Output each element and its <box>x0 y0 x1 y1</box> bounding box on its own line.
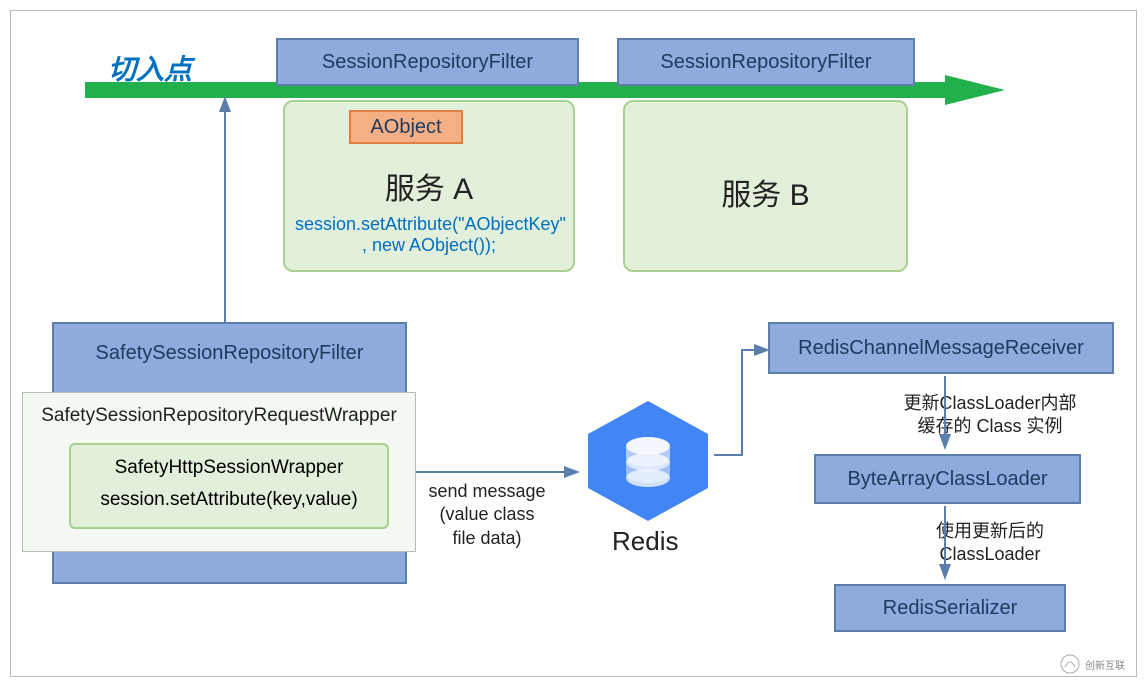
note1-l2: 缓存的 Class 实例 <box>870 415 1110 438</box>
filter-box-a: SessionRepositoryFilter <box>276 38 579 86</box>
loader-box: ByteArrayClassLoader <box>814 454 1081 504</box>
connector-receiver-loader <box>935 374 955 452</box>
note1-l1: 更新ClassLoader内部 <box>870 392 1110 415</box>
service-a-code: session.setAttribute("AObjectKey" , new … <box>285 214 573 256</box>
aobject-box: AObject <box>349 110 463 144</box>
send-msg-l3: file data) <box>412 527 562 550</box>
send-msg-l2: (value class <box>412 503 562 526</box>
watermark-icon <box>1059 653 1081 675</box>
note2-l1: 使用更新后的 <box>880 520 1100 543</box>
connector-redis-receiver <box>712 340 772 460</box>
service-a-box: AObject 服务 A session.setAttribute("AObje… <box>283 100 575 272</box>
request-wrapper-label: SafetySessionRepositoryRequestWrapper <box>23 405 415 427</box>
http-wrapper-line1: SafetyHttpSessionWrapper <box>71 457 387 479</box>
redis-icon <box>578 396 718 526</box>
request-wrapper-box: SafetySessionRepositoryRequestWrapper Sa… <box>22 392 416 552</box>
watermark: 创新互联 <box>1059 653 1125 675</box>
connector-up <box>215 96 235 324</box>
connector-loader-serializer <box>935 504 955 582</box>
safety-filter-label: SafetySessionRepositoryFilter <box>96 342 364 365</box>
note2-l2: ClassLoader <box>880 543 1100 566</box>
filter-box-b: SessionRepositoryFilter <box>617 38 915 86</box>
http-wrapper-line2: session.setAttribute(key,value) <box>71 489 387 511</box>
service-b-title: 服务 B <box>625 170 906 214</box>
serializer-box: RedisSerializer <box>834 584 1066 632</box>
watermark-text: 创新互联 <box>1085 657 1125 672</box>
note-use-loader: 使用更新后的 ClassLoader <box>880 520 1100 567</box>
service-b-box: 服务 B <box>623 100 908 272</box>
note-classloader-update: 更新ClassLoader内部 缓存的 Class 实例 <box>870 392 1110 439</box>
flow-arrow-head <box>945 75 1005 105</box>
http-wrapper-box: SafetyHttpSessionWrapper session.setAttr… <box>69 443 389 529</box>
connector-to-redis <box>414 454 584 494</box>
receiver-box: RedisChannelMessageReceiver <box>768 322 1114 374</box>
redis-label: Redis <box>612 526 678 557</box>
service-a-title: 服务 A <box>285 164 573 208</box>
